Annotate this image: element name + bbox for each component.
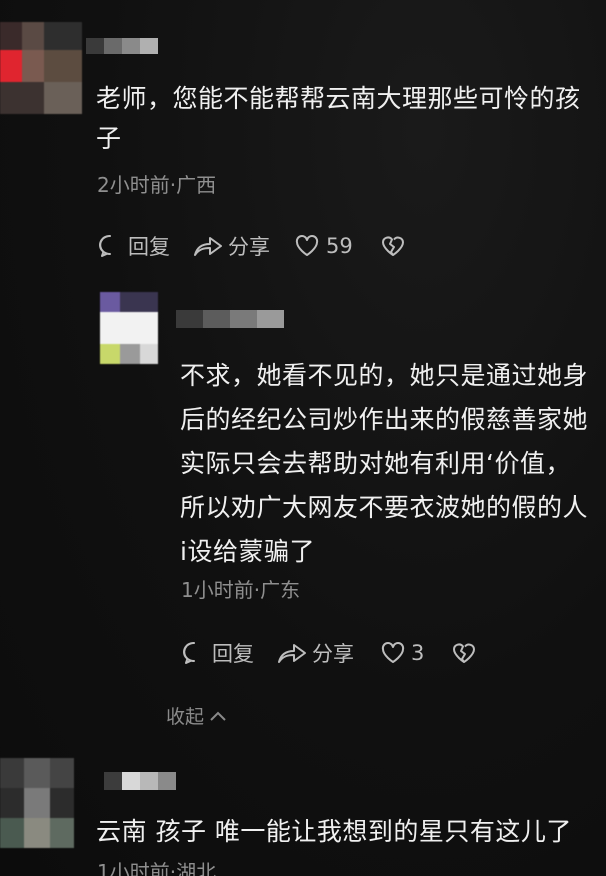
heart-icon: [381, 642, 405, 663]
avatar[interactable]: [100, 292, 158, 364]
broken-heart-icon: [381, 236, 404, 256]
avatar[interactable]: [0, 22, 82, 114]
reply-icon: [99, 234, 111, 257]
reply-label: 回复: [128, 235, 170, 259]
comment-meta: 1小时前·湖北: [97, 860, 217, 876]
comment-text: 不求，她看不见的，她只是通过她身 后的经纪公司炒作出来的假慈善家她 实际只会去帮…: [180, 354, 600, 574]
chevron-up-icon: [210, 711, 226, 721]
like-count: 59: [326, 234, 353, 258]
share-button[interactable]: 分享: [276, 638, 354, 668]
comment-text-line: 子: [96, 124, 122, 153]
avatar[interactable]: [0, 758, 74, 848]
collapse-label: 收起: [166, 706, 205, 728]
reply-button[interactable]: 回复: [181, 638, 254, 668]
comment-text-line: 所以劝广大网友不要衣波她的假的人: [180, 493, 589, 522]
username[interactable]: [176, 310, 284, 328]
comment-text-line: 实际只会去帮助对她有利用‘价值，: [180, 449, 571, 478]
share-icon: [194, 237, 222, 256]
comment-actions: 回复 分享 59: [97, 231, 407, 261]
username[interactable]: [86, 38, 158, 54]
comment-text: 云南 孩子 唯一能让我想到的星只有这儿了: [96, 817, 572, 846]
share-label: 分享: [312, 642, 354, 666]
comment-meta: 1小时前·广东: [181, 578, 301, 602]
collapse-replies-button[interactable]: 收起: [166, 702, 228, 729]
like-count: 3: [411, 641, 425, 665]
dislike-button[interactable]: [379, 234, 407, 258]
dislike-button[interactable]: [450, 641, 478, 665]
share-button[interactable]: 分享: [192, 231, 270, 261]
share-label: 分享: [228, 235, 270, 259]
comment-actions: 回复 分享 3: [181, 638, 478, 668]
reply-label: 回复: [212, 642, 254, 666]
comment-text-line: i设给蒙骗了: [180, 537, 315, 566]
comment-text-line: 老师，您能不能帮帮云南大理那些可怜的孩: [96, 84, 581, 113]
broken-heart-icon: [453, 643, 476, 663]
comment-text-line: 后的经纪公司炒作出来的假慈善家她: [180, 405, 589, 434]
share-icon: [278, 644, 306, 663]
heart-icon: [295, 235, 319, 256]
reply-icon: [183, 641, 195, 664]
comment-text-line: 不求，她看不见的，她只是通过她身: [180, 361, 589, 390]
username[interactable]: [104, 772, 176, 790]
comment-meta: 2小时前·广西: [97, 173, 217, 197]
like-button[interactable]: 3: [380, 641, 424, 665]
like-button[interactable]: 59: [294, 234, 353, 258]
comment-text: 老师，您能不能帮帮云南大理那些可怜的孩 子: [96, 82, 596, 156]
reply-button[interactable]: 回复: [97, 231, 170, 261]
